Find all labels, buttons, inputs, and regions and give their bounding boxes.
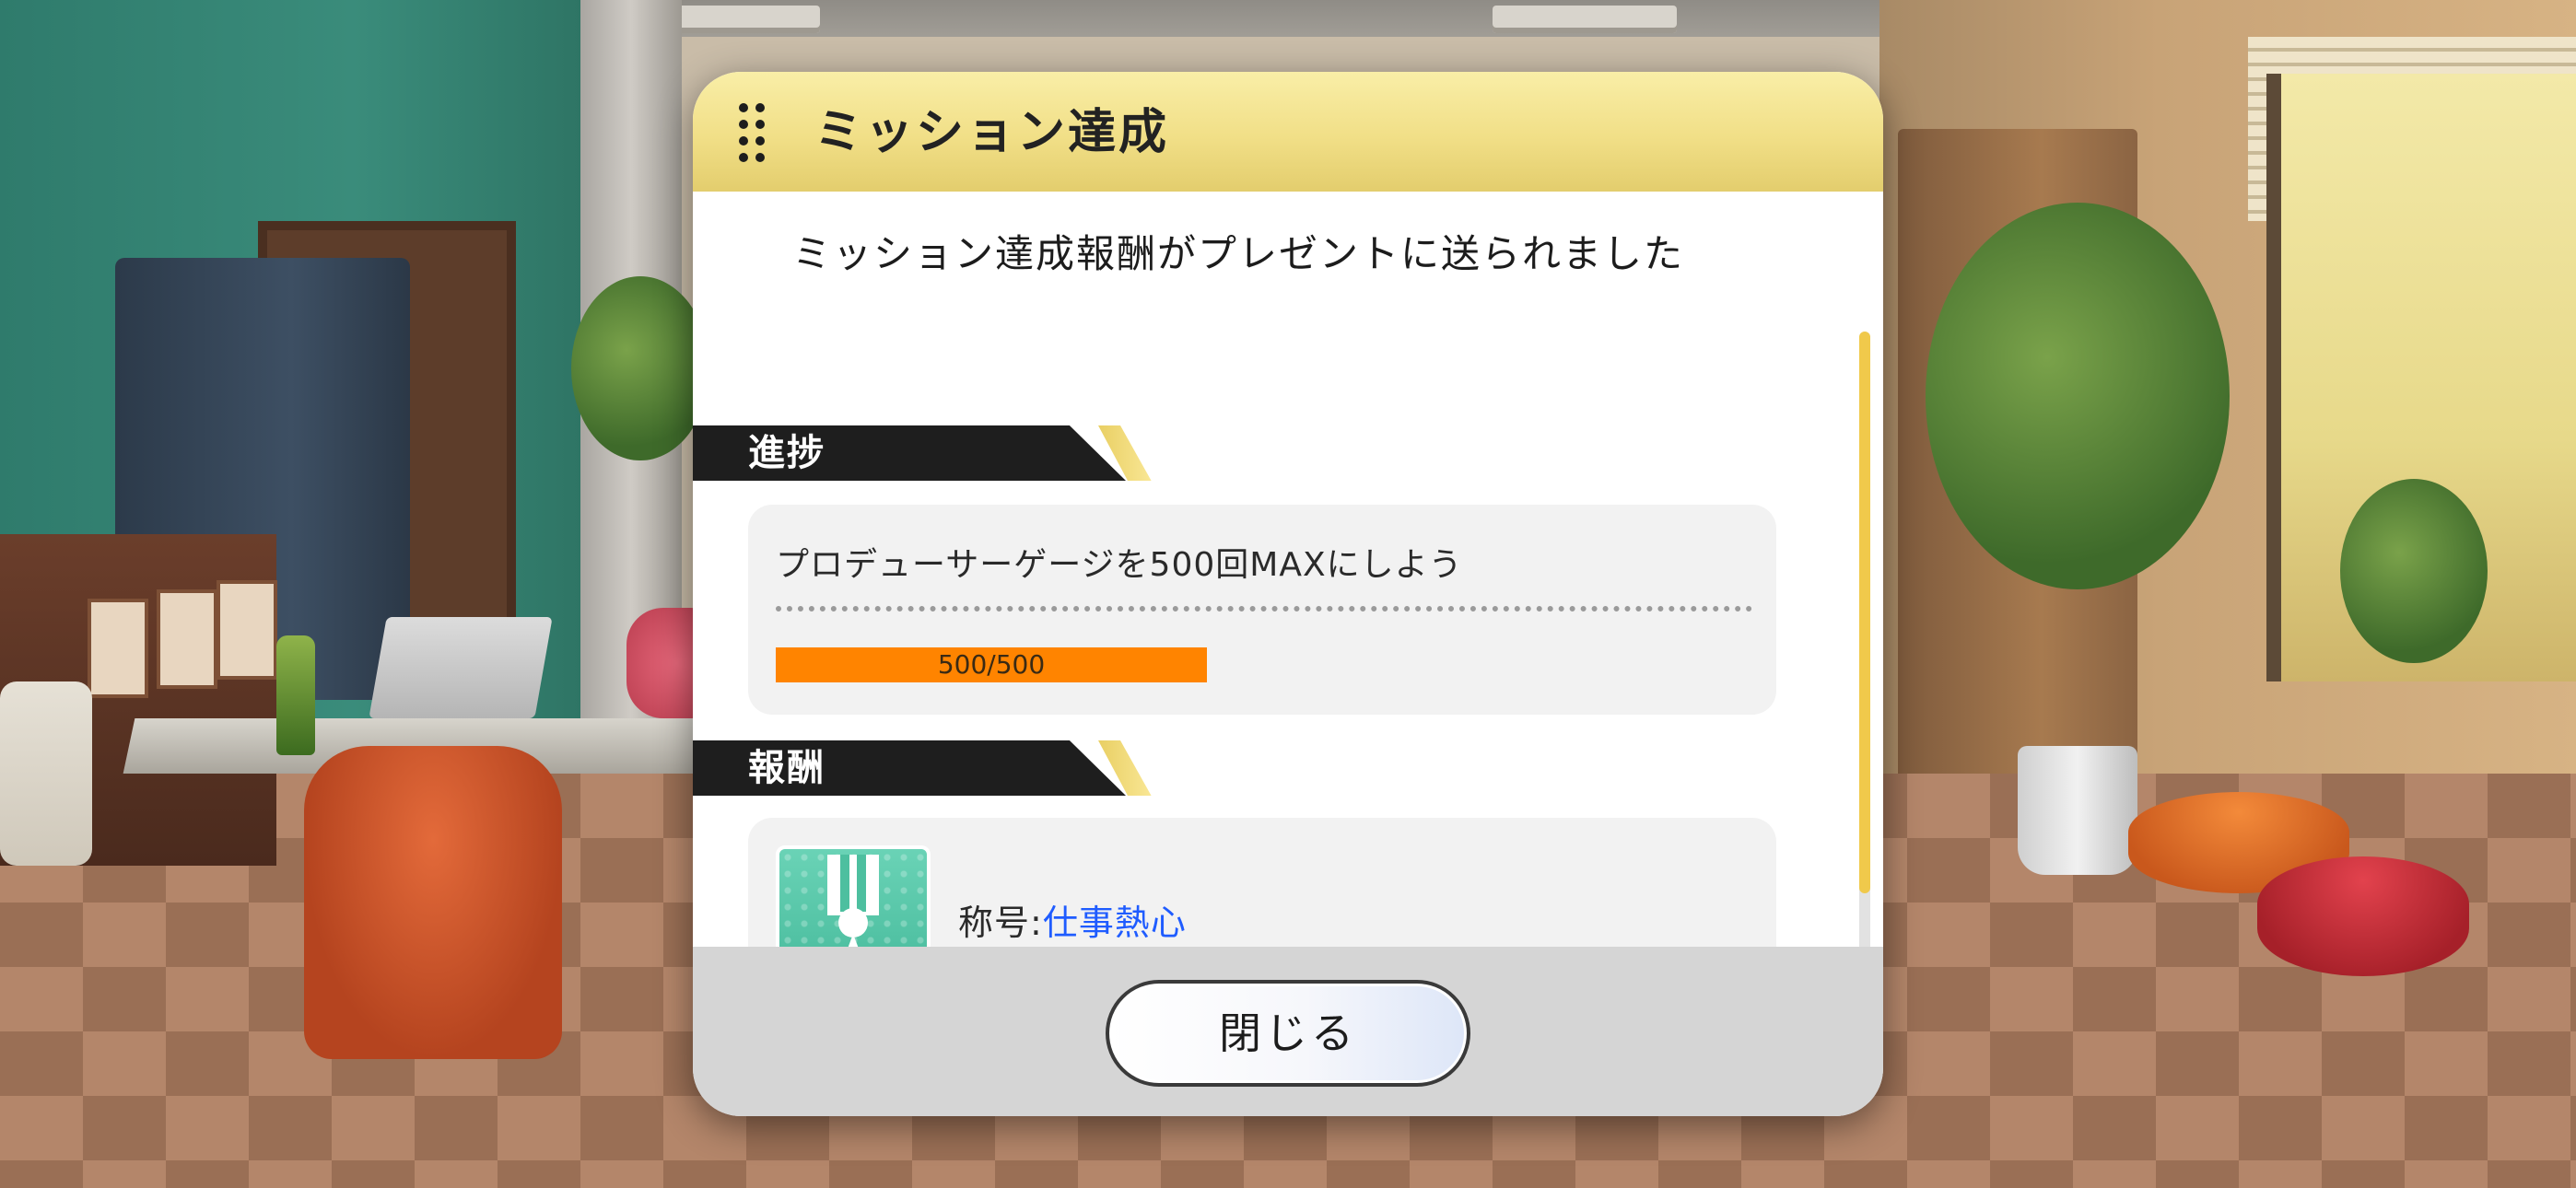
- dialog-scroll-area[interactable]: 進捗 プロデューサーゲージを500回MAXにしよう 500/500 報酬 称号:…: [693, 348, 1883, 993]
- close-button[interactable]: 閉じる: [1106, 980, 1470, 1087]
- mission-description: プロデューサーゲージを500回MAXにしよう: [776, 546, 1463, 584]
- progress-count: 500/500: [937, 649, 1046, 680]
- reward-sent-notice: ミッション達成報酬がプレゼントに送られました: [792, 231, 1685, 276]
- mission-complete-dialog: ミッション達成 ミッション達成報酬がプレゼントに送られました 進捗 プロデューサ…: [693, 72, 1883, 1116]
- progress-bar: 500/500: [776, 647, 1207, 682]
- dialog-header: ミッション達成: [693, 72, 1883, 192]
- plant: [571, 276, 709, 460]
- chair: [304, 746, 562, 1059]
- reward-prefix: 称号:: [958, 903, 1043, 943]
- shelf-card: [217, 580, 277, 680]
- scrollbar[interactable]: [1859, 332, 1870, 995]
- plant: [1926, 203, 2230, 589]
- plant-pot: [2018, 746, 2137, 875]
- shelf-card: [88, 599, 148, 698]
- dotted-divider: [776, 606, 1752, 611]
- scrollbar-thumb[interactable]: [1859, 332, 1870, 893]
- reward-section-label: 報酬: [748, 747, 825, 789]
- reward-name-link[interactable]: 仕事熱心: [1043, 903, 1187, 943]
- bottle: [276, 635, 315, 755]
- laptop: [369, 617, 553, 718]
- dialog-footer: 閉じる: [693, 947, 1883, 1116]
- handbag: [0, 681, 92, 866]
- progress-section-label: 進捗: [748, 432, 825, 474]
- shelf-card: [157, 589, 217, 689]
- stool: [2257, 856, 2469, 976]
- dialog-title: ミッション達成: [814, 105, 1170, 160]
- grip-dots-icon: [739, 103, 770, 164]
- mission-card: プロデューサーゲージを500回MAXにしよう 500/500: [748, 505, 1776, 715]
- plant: [2340, 479, 2488, 663]
- ceiling-lamp: [1493, 6, 1677, 33]
- reward-title: 称号:仕事熱心: [958, 897, 1187, 949]
- reward-section-header: 報酬: [693, 740, 1153, 796]
- progress-section-header: 進捗: [693, 425, 1153, 481]
